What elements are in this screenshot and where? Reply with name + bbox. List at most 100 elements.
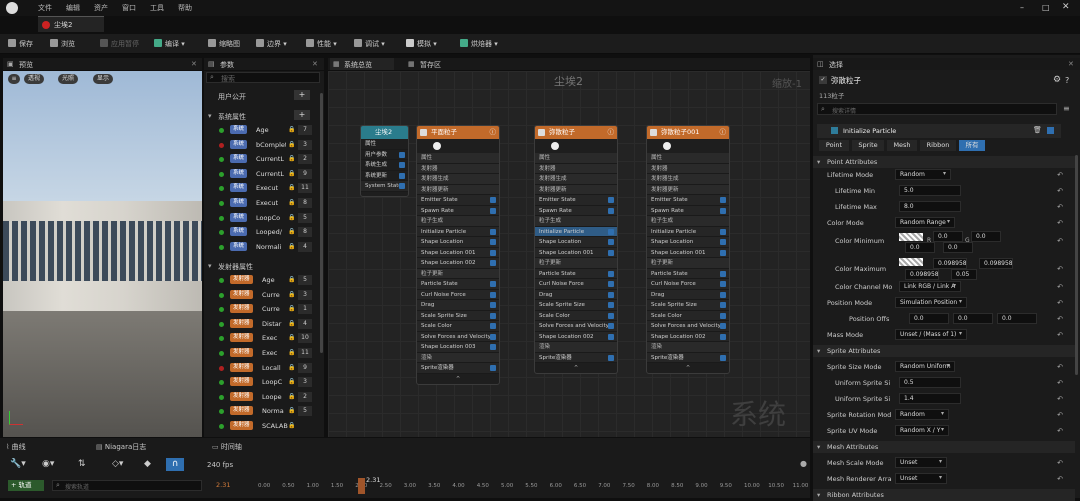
emitter-stack-row[interactable]: Emitter State [647, 195, 729, 206]
row-enabled-checkbox[interactable] [720, 270, 726, 277]
emitter-stack-row[interactable]: 发射器更新 [535, 184, 617, 195]
row-enabled-checkbox[interactable] [490, 197, 496, 203]
close-icon[interactable]: ✕ [1062, 2, 1070, 12]
emitter-stack-row[interactable]: Scale Color [417, 321, 499, 332]
browse-button[interactable]: 浏览 [50, 39, 75, 49]
add-param-button[interactable]: + [294, 90, 310, 100]
emitter-stack-row[interactable]: Scale Color [535, 310, 617, 321]
row-enabled-checkbox[interactable] [720, 197, 726, 203]
row-enabled-checkbox[interactable] [490, 291, 496, 298]
system-node[interactable]: 尘埃2 属性 用户参数 系统生成 系统更新 System State [360, 125, 409, 197]
system-node-row[interactable]: System State [361, 181, 408, 192]
row-enabled-checkbox[interactable] [608, 270, 614, 277]
details-search-input[interactable]: ⌕ 搜索详情 [817, 103, 1057, 115]
system-graph[interactable]: 尘埃2 缩放-1 系统 尘埃2 属性 用户参数 系统生成 系统更新 System Sta… [328, 71, 810, 437]
save-button[interactable]: 保存 [8, 39, 33, 49]
apply-button[interactable]: 应用暂停 [100, 39, 139, 49]
param-row[interactable]: 发射器 Curre 🔒 1 [204, 303, 318, 316]
row-enabled-checkbox[interactable] [608, 207, 614, 214]
emitter-stack-row[interactable]: Scale Sprite Size [535, 300, 617, 311]
reset-icon[interactable]: ↶ [1057, 315, 1063, 323]
emitter-stack-row[interactable]: 粒子生成 [647, 216, 729, 227]
menu-item-3[interactable]: 窗口 [122, 3, 136, 13]
param-row[interactable]: 系统 Looped/ 🔒 8 [204, 226, 318, 239]
param-row[interactable]: 发射器 LoopC 🔒 3 [204, 376, 318, 389]
emitter-stack-row[interactable]: 发射器生成 [647, 174, 729, 185]
emitter-node-2[interactable]: 弥散粒子001 ⓘ 属性 发射器 发射器生成 发射器更新 Emitter State Spaw… [646, 125, 730, 374]
emitter-stack-row[interactable]: Initialize Particle [647, 226, 729, 237]
param-row[interactable]: 系统 Normali 🔒 4 [204, 241, 318, 254]
reset-icon[interactable]: ↶ [1057, 395, 1063, 403]
lifetime-min-field[interactable]: 5.0 [899, 185, 961, 196]
emitter-stack-row[interactable]: Curl Noise Force [535, 279, 617, 290]
keyframe-icon[interactable]: ◆ [144, 459, 151, 469]
row-enabled-checkbox[interactable] [608, 197, 614, 203]
params-scrollbar[interactable] [320, 93, 323, 353]
emitter-stack-row[interactable]: 发射器生成 [535, 174, 617, 185]
filter-options-icon[interactable]: ≡ [1063, 104, 1070, 113]
reset-icon[interactable]: ↶ [1057, 411, 1063, 419]
performance-button[interactable]: 性能 ▾ [306, 39, 337, 49]
eye-icon[interactable]: ◉▾ [42, 459, 54, 469]
row-enabled-checkbox[interactable] [720, 239, 726, 245]
emitter-stack-row[interactable]: Sprite渲染器 [647, 352, 729, 363]
reset-icon[interactable]: ↶ [1057, 363, 1063, 371]
menu-item-0[interactable]: 文件 [38, 3, 52, 13]
param-row[interactable]: 系统 Execut 🔒 8 [204, 197, 318, 210]
tab-timeline[interactable]: ▭ 时间轴 [212, 442, 242, 452]
reset-icon[interactable]: ↶ [1057, 427, 1063, 435]
system-attrs-header[interactable]: ▾ 系统属性 + [204, 109, 320, 122]
uniform-sprite-max-field[interactable]: 1.4 [899, 393, 961, 404]
emitter-stack-row[interactable]: 属性 [417, 153, 499, 164]
node-collapse-icon[interactable]: ⌃ [535, 363, 617, 373]
uniform-sprite-min-field[interactable]: 0.5 [899, 377, 961, 388]
thumbnail-button[interactable]: 缩略图 [208, 39, 240, 49]
reset-icon[interactable]: ↶ [1057, 265, 1063, 273]
debug-button[interactable]: 调试 ▾ [354, 39, 385, 49]
emitter-stack-row[interactable]: Shape Location 002 [535, 331, 617, 342]
emitter-stack-row[interactable]: 粒子更新 [647, 258, 729, 269]
color-max-g[interactable]: 0.098958 [979, 258, 1013, 269]
param-row[interactable]: 发射器 Distar 🔒 4 [204, 318, 318, 331]
color-min-a[interactable]: 0.0 [943, 242, 973, 253]
emitter-stack-row[interactable]: Spawn Rate [535, 205, 617, 216]
param-row[interactable]: 系统 bComplet 🔒 3 [204, 139, 318, 152]
filter-tab-3[interactable]: Ribbon [920, 140, 956, 151]
emitter-info-icon[interactable]: ⓘ [608, 126, 615, 139]
emitter-stack-row[interactable]: Spawn Rate [647, 205, 729, 216]
help-icon[interactable]: ? [1065, 76, 1069, 85]
reset-icon[interactable]: ↶ [1057, 203, 1063, 211]
perspective-button[interactable]: 透视 [24, 74, 45, 84]
node-collapse-icon[interactable]: ⌃ [647, 363, 729, 373]
reset-icon[interactable]: ↶ [1057, 171, 1063, 179]
param-row[interactable]: 发射器 Locall 🔒 9 [204, 362, 318, 375]
emitter-stack-row[interactable]: 渲染 [417, 352, 499, 363]
baker-button[interactable]: 烘焙器 ▾ [460, 39, 498, 49]
row-enabled-checkbox[interactable] [490, 302, 496, 308]
emitter-stack-row[interactable]: Drag [647, 289, 729, 300]
emitter-enable-checkbox[interactable] [538, 129, 545, 136]
filter-tab-1[interactable]: Sprite [852, 140, 884, 151]
emitter-stack-row[interactable]: Shape Location [417, 237, 499, 248]
tab-curves[interactable]: ⌇ 曲线 [6, 442, 26, 452]
param-row[interactable]: 系统 CurrentL 🔒 9 [204, 168, 318, 181]
emitter-stack-row[interactable]: Drag [535, 289, 617, 300]
reset-icon[interactable]: ↶ [1057, 187, 1063, 195]
sprite-attributes-section[interactable]: ▾ Sprite Attributes [813, 345, 1075, 357]
module-check-icon[interactable] [1047, 127, 1054, 134]
row-enabled-checkbox[interactable] [720, 323, 726, 329]
param-row[interactable]: 系统 Age 🔒 7 [204, 124, 318, 137]
emitter-stack-row[interactable]: Particle State [417, 279, 499, 290]
color-channel-dropdown[interactable]: Link RGB / Link A [899, 281, 961, 292]
row-enabled-checkbox[interactable] [399, 172, 405, 179]
emitter-stack-row[interactable]: Drag [417, 300, 499, 311]
system-node-row[interactable]: 系统生成 [361, 160, 408, 171]
emitter-stack-row[interactable]: Solve Forces and Velocity [417, 331, 499, 342]
emitter-stack-row[interactable]: Shape Location 002 [647, 331, 729, 342]
row-enabled-checkbox[interactable] [490, 312, 496, 319]
module-enabled-checkbox[interactable] [831, 127, 838, 134]
bounds-button[interactable]: 边界 ▾ [256, 39, 287, 49]
emitter-stack-row[interactable]: 渲染 [647, 342, 729, 353]
wrench-icon[interactable]: 🔧▾ [10, 459, 26, 469]
row-enabled-checkbox[interactable] [490, 260, 496, 266]
